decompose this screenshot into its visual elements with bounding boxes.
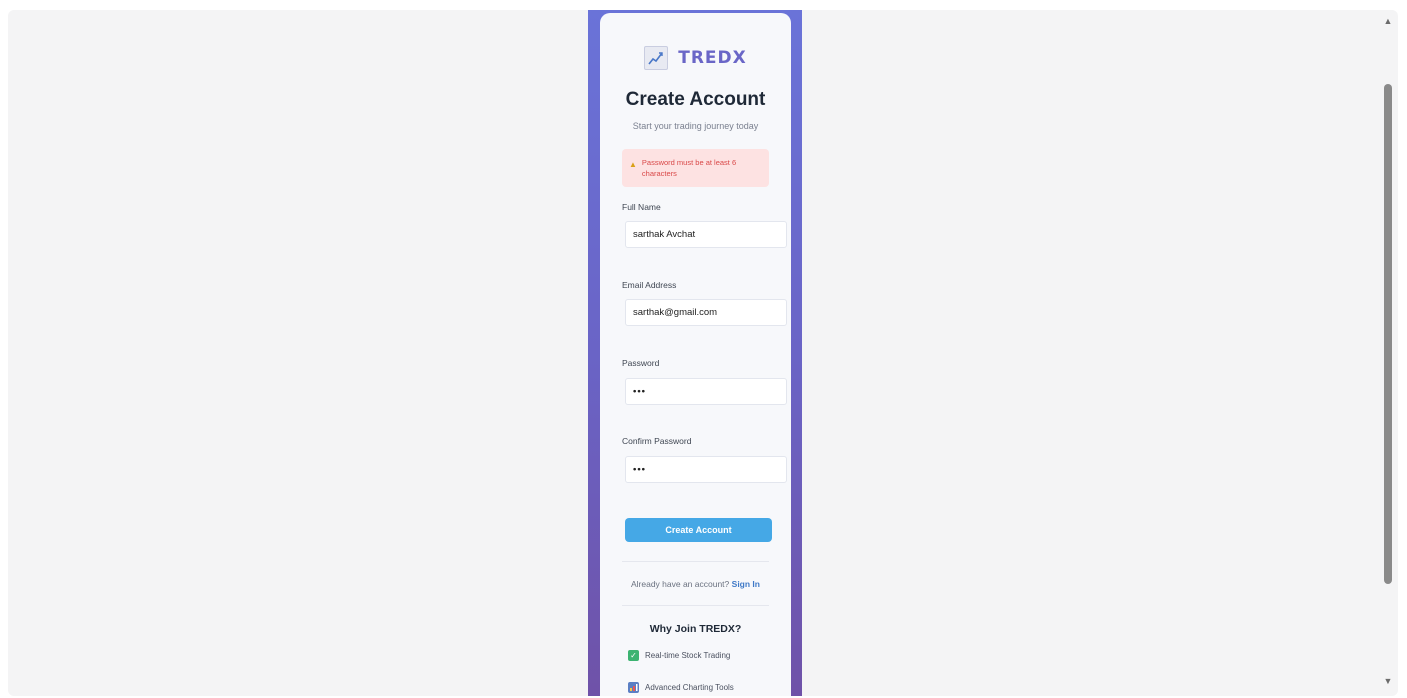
chart-line-icon xyxy=(644,46,669,70)
benefit-label: Real-time Stock Trading xyxy=(645,651,731,660)
error-message: Password must be at least 6 characters xyxy=(641,158,737,178)
password-input[interactable]: ••• xyxy=(625,378,787,405)
full-name-label: Full Name xyxy=(622,202,661,212)
password-label: Password xyxy=(622,358,660,368)
benefits-title: Why Join TREDX? xyxy=(649,623,742,635)
warning-icon: ▲ xyxy=(629,160,637,169)
scroll-up-arrow-icon[interactable]: ▲ xyxy=(1380,14,1396,28)
email-input[interactable]: sarthak@gmail.com xyxy=(625,299,787,326)
scrollbar-thumb[interactable] xyxy=(1384,84,1392,584)
divider xyxy=(622,605,769,606)
benefit-item: Advanced Charting Tools xyxy=(628,682,734,693)
confirm-password-label: Confirm Password xyxy=(622,436,692,446)
signin-prompt: Already have an account? Sign In xyxy=(600,579,791,589)
check-icon: ✓ xyxy=(628,650,639,661)
benefit-item: ✓ Real-time Stock Trading xyxy=(628,650,730,661)
page-viewport: TREDX Create Account Start your trading … xyxy=(8,10,1398,696)
brand-logo: TREDX xyxy=(600,46,791,70)
email-label: Email Address xyxy=(622,280,677,290)
divider xyxy=(622,561,769,562)
signin-link[interactable]: Sign In xyxy=(732,579,760,589)
benefit-label: Advanced Charting Tools xyxy=(645,683,734,692)
full-name-input[interactable]: sarthak Avchat xyxy=(625,221,787,248)
signin-prompt-text: Already have an account? xyxy=(630,579,730,589)
signup-card: TREDX Create Account Start your trading … xyxy=(600,13,791,696)
brand-name: TREDX xyxy=(678,48,747,68)
error-alert: ▲ Password must be at least 6 characters xyxy=(622,149,769,187)
page-subtitle: Start your trading journey today xyxy=(632,121,759,131)
create-account-button[interactable]: Create Account xyxy=(625,518,772,542)
scroll-down-arrow-icon[interactable]: ▼ xyxy=(1380,674,1396,688)
confirm-password-input[interactable]: ••• xyxy=(625,456,787,483)
bar-chart-icon xyxy=(628,682,639,693)
vertical-scrollbar[interactable]: ▲ ▼ xyxy=(1380,10,1396,696)
page-title: Create Account xyxy=(625,89,766,110)
